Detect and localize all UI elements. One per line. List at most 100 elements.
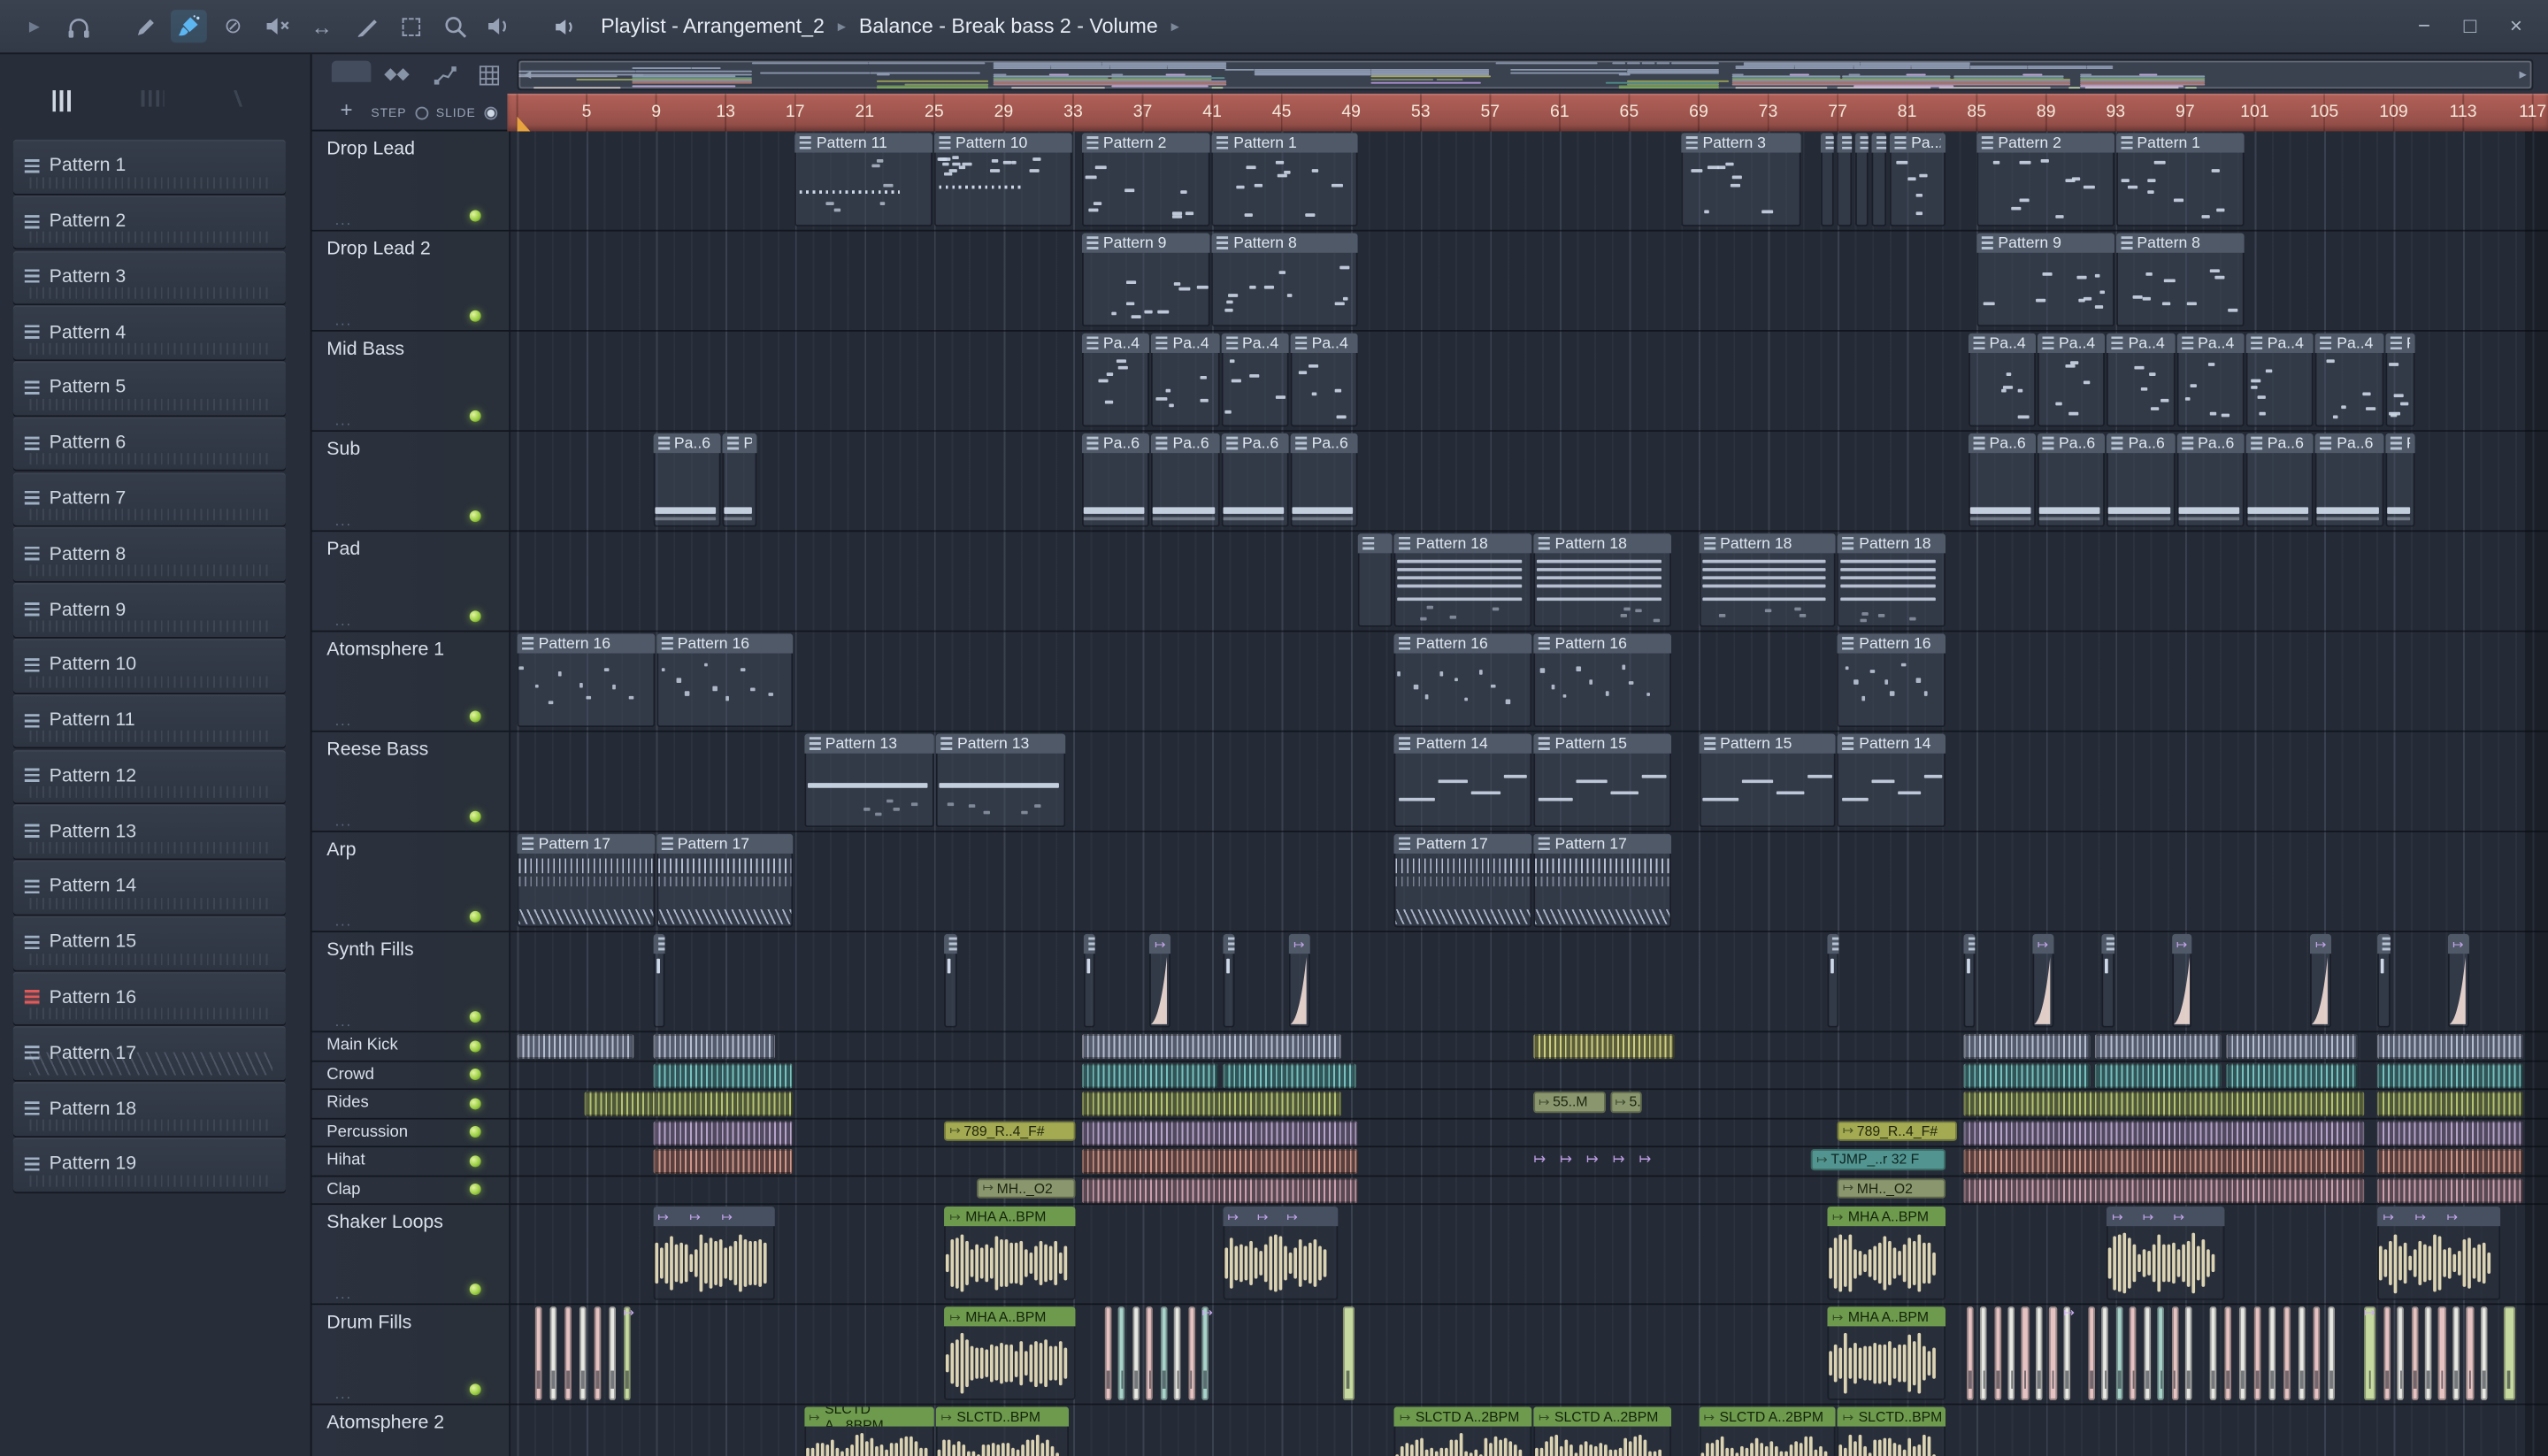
track-header[interactable]: Shaker Loops...: [311, 1205, 511, 1304]
maximize-button[interactable]: □: [2458, 10, 2483, 42]
pattern-clip[interactable]: P..: [722, 433, 757, 527]
pattern-clip[interactable]: Pa..6: [2037, 433, 2106, 527]
pattern-strip-clip[interactable]: [1081, 1092, 1341, 1116]
pattern-clip[interactable]: Pa..6: [2176, 433, 2245, 527]
drum-fill-clip[interactable]: [2383, 1307, 2391, 1400]
drum-fill-clip[interactable]: [2364, 1307, 2376, 1400]
playlist-menu-tab[interactable]: [331, 60, 372, 82]
track-lane[interactable]: [518, 1061, 2548, 1089]
track-mute-led[interactable]: [469, 210, 481, 222]
pattern-strip-clip[interactable]: [585, 1092, 794, 1116]
pencil-icon[interactable]: [127, 10, 163, 42]
track-lane[interactable]: Pattern 17 Pattern 17 Pattern 17 Pattern 17: [517, 832, 2548, 931]
fill-clip[interactable]: [1083, 933, 1096, 1028]
slip-icon[interactable]: ↔: [303, 10, 340, 42]
drum-fill-clip[interactable]: [2253, 1307, 2261, 1400]
track-lane[interactable]: ↦ MH.._O2 ↦ MH.._O2: [518, 1176, 2548, 1204]
drum-fill-clip[interactable]: [2438, 1307, 2446, 1400]
track-lane[interactable]: Pattern 11 Pattern 10 Pattern 2 Pattern 1 Pa…: [518, 131, 2548, 229]
pattern-strip-clip[interactable]: [2094, 1062, 2222, 1088]
track-lane[interactable]: ↦55..M↦5..: [518, 1090, 2548, 1117]
track-lane[interactable]: ↦ SLCTD A...8BPM ↦ SLCTD..BPM ↦ SLCTD A..2BPM…: [518, 1405, 2548, 1456]
pattern-list-item[interactable]: Pattern 12: [12, 749, 286, 803]
pattern-clip[interactable]: Pattern 16: [1533, 633, 1671, 728]
audio-clip[interactable]: ↦ SLCTD A..2BPM: [1394, 1406, 1532, 1456]
pattern-strip-clip[interactable]: [2377, 1062, 2524, 1088]
pattern-clip[interactable]: Pa..4: [2037, 333, 2106, 427]
track-header[interactable]: Synth Fills...: [311, 932, 511, 1031]
pattern-strip-clip[interactable]: [2377, 1177, 2524, 1203]
drum-fill-clip[interactable]: [2007, 1307, 2015, 1400]
track-name[interactable]: Drop Lead: [326, 140, 415, 159]
track-mute-led[interactable]: [469, 1011, 481, 1023]
pattern-strip-clip[interactable]: [1533, 1034, 1675, 1059]
mute-icon[interactable]: [259, 10, 295, 42]
track-mute-led[interactable]: [469, 1184, 481, 1196]
audio-label-clip[interactable]: ↦5..: [1609, 1092, 1642, 1113]
scroll-left-icon[interactable]: ◂: [524, 65, 531, 82]
drum-fill-clip[interactable]: [2184, 1307, 2192, 1400]
playback-icon[interactable]: [481, 10, 518, 42]
pattern-list-item[interactable]: Pattern 18: [12, 1082, 286, 1136]
pattern-clip[interactable]: Pattern 18: [1698, 533, 1837, 627]
drum-fill-clip[interactable]: [1201, 1307, 1209, 1400]
track-name[interactable]: Clap: [326, 1181, 360, 1199]
audio-clip[interactable]: ↦ SLCTD..BPM: [935, 1406, 1069, 1456]
riser-clip[interactable]: ↦: [2171, 933, 2192, 1028]
drum-fill-clip[interactable]: [1104, 1307, 1112, 1400]
drum-fill-clip[interactable]: [2283, 1307, 2291, 1400]
track-name[interactable]: Pad: [326, 540, 360, 560]
riser-clip[interactable]: ↦: [2447, 933, 2469, 1028]
pattern-clip[interactable]: Pa..4: [1290, 333, 1359, 427]
track-lane[interactable]: Pa..4 Pa..4 Pa..4 Pa..4 Pa..4 Pa..4 Pa..4 Pa..4…: [518, 332, 2548, 430]
fill-clip[interactable]: [1827, 933, 1840, 1028]
drum-fill-clip[interactable]: [2327, 1307, 2335, 1400]
track-name[interactable]: Atomsphere 1: [326, 640, 444, 660]
pattern-list-item[interactable]: Pattern 6: [12, 417, 286, 471]
audio-clip[interactable]: ↦ MHA A..BPM: [1827, 1307, 1946, 1400]
audio-clip[interactable]: ↦ SLCTD..BPM: [1838, 1406, 1946, 1456]
pattern-list-item[interactable]: Pattern 15: [12, 916, 286, 969]
track-name[interactable]: Atomsphere 2: [326, 1414, 444, 1433]
audio-label-clip[interactable]: ↦ 55..M: [1533, 1092, 1606, 1113]
drum-fill-clip[interactable]: [2035, 1307, 2043, 1400]
pattern-clip[interactable]: Pa..4: [2315, 333, 2383, 427]
pattern-clip[interactable]: Pattern 18: [1394, 533, 1532, 627]
track-mute-led[interactable]: [469, 710, 481, 723]
node-link-icon[interactable]: [434, 65, 457, 90]
track-header[interactable]: Atomsphere 2...: [311, 1405, 511, 1456]
track-lane[interactable]: ↦ ↦ ↦ ↦ ↦ ↦: [518, 932, 2548, 1031]
pattern-clip[interactable]: Pattern 16: [1838, 633, 1946, 728]
pattern-clip[interactable]: Pattern 8: [1212, 233, 1359, 327]
pattern-strip-clip[interactable]: [1081, 1148, 1359, 1174]
pattern-clip[interactable]: Pattern 17: [1394, 833, 1532, 928]
pattern-clip[interactable]: Pattern 15: [1533, 733, 1671, 828]
track-mute-led[interactable]: [469, 1154, 481, 1167]
slice-icon[interactable]: [348, 10, 384, 42]
pattern-clip[interactable]: Pa..6: [1220, 433, 1289, 527]
track-lane[interactable]: Pa..6 P.. Pa..6 Pa..6 Pa..6 Pa..6 Pa..6 Pa..6 Pa…: [518, 432, 2548, 530]
pattern-clip[interactable]: Pattern 18: [1838, 533, 1946, 627]
drum-fill-clip[interactable]: [2115, 1307, 2123, 1400]
audio-picker-icon[interactable]: [141, 90, 165, 107]
track-mute-led[interactable]: [469, 1284, 481, 1296]
track-header[interactable]: Clap: [311, 1176, 511, 1204]
audio-label-clip[interactable]: ↦ MH.._O2: [1838, 1177, 1946, 1199]
track-name[interactable]: Hihat: [326, 1152, 365, 1169]
slice-marker-row[interactable]: ↦ ↦ ↦ ↦ ↦ ↦ ↦: [1533, 1151, 1662, 1172]
pattern-clip[interactable]: Pa..6: [652, 433, 721, 527]
pattern-strip-clip[interactable]: [1081, 1062, 1218, 1088]
pattern-clip[interactable]: Pattern 16: [656, 633, 794, 728]
audio-clip[interactable]: ↦ ↦ ↦: [2377, 1206, 2500, 1300]
track-header[interactable]: Pad...: [311, 532, 511, 631]
pattern-strip-clip[interactable]: [652, 1148, 794, 1174]
audio-label-clip[interactable]: ↦ MH.._O2: [977, 1177, 1076, 1199]
track-header[interactable]: Sub...: [311, 432, 511, 531]
arrangement-overview-scrollbar[interactable]: ◂ ▸: [517, 58, 2534, 91]
pattern-list-item[interactable]: Pattern 8: [12, 527, 286, 582]
track-header[interactable]: Percussion: [311, 1118, 511, 1146]
drum-fill-clip[interactable]: [593, 1307, 601, 1400]
drum-fill-clip[interactable]: [2157, 1307, 2165, 1400]
track-mute-led[interactable]: [469, 510, 481, 523]
drum-fill-clip[interactable]: [2411, 1307, 2419, 1400]
